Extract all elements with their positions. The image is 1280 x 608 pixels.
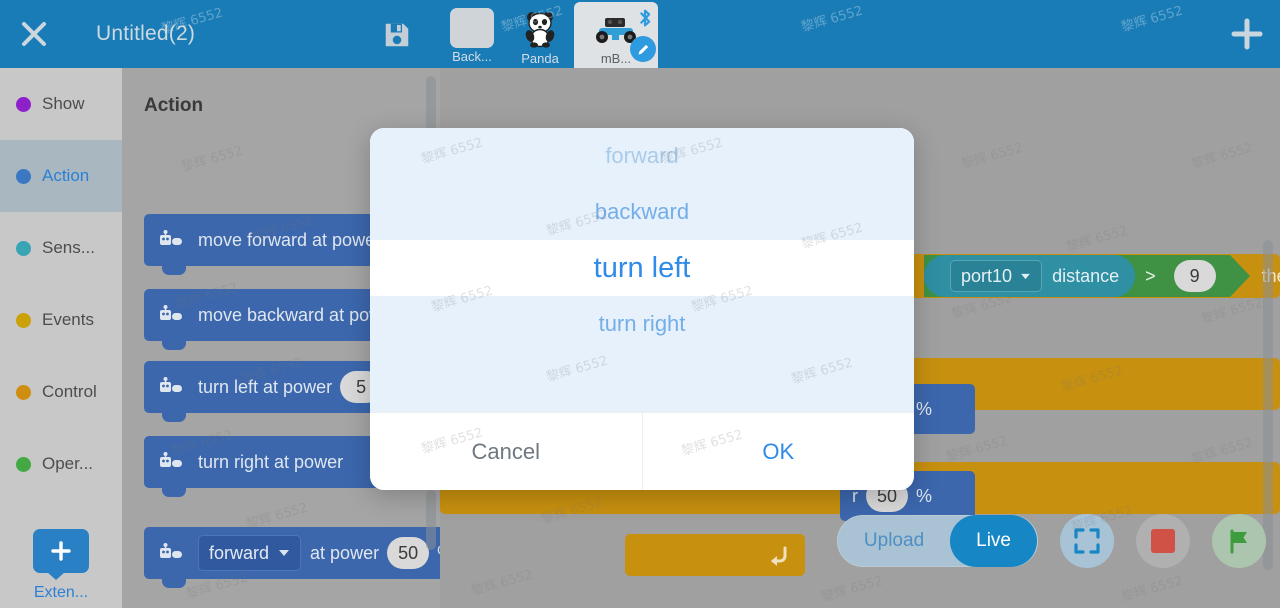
picker-option-turn-right[interactable]: turn right <box>370 296 914 352</box>
picker-option-turn-left[interactable]: turn left <box>370 240 914 296</box>
picker-wheel[interactable]: forward backward turn left turn right <box>370 128 914 412</box>
picker-option-backward[interactable]: backward <box>370 184 914 240</box>
cancel-button[interactable]: Cancel <box>370 413 643 490</box>
mblock-app-window: Untitled(2) Back... Panda mB... Show Act… <box>0 0 1280 608</box>
ok-button[interactable]: OK <box>643 413 915 490</box>
picker-option-forward[interactable]: forward <box>370 128 914 184</box>
dialog-action-row: Cancel OK <box>370 412 914 490</box>
dropdown-picker-dialog[interactable]: forward backward turn left turn right Ca… <box>370 128 914 490</box>
picker-spacer <box>370 352 914 412</box>
